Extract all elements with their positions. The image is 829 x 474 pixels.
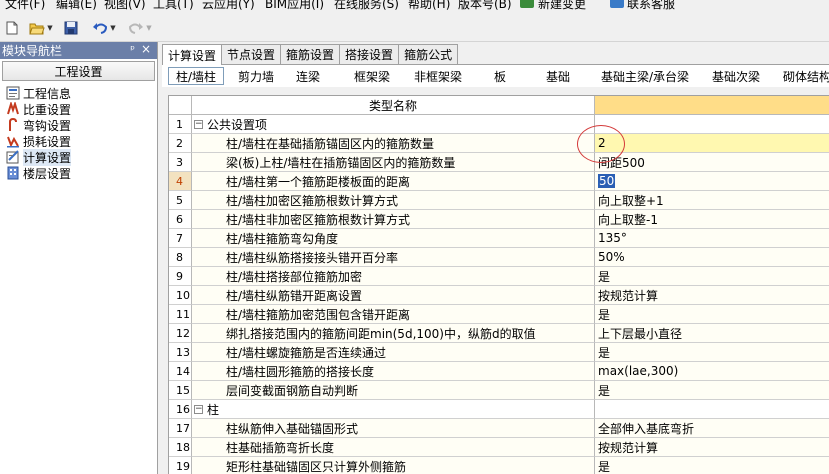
chevron-down-icon: ▼ (47, 24, 53, 32)
grid-header: 类型名称 (169, 96, 829, 115)
table-row[interactable]: 3 梁(板)上柱/墙柱在插筋锚固区内的箍筋数量 间距500 (169, 153, 829, 172)
subtab-coupling-beam[interactable]: 连梁 (286, 67, 330, 85)
table-row[interactable]: 15 层间变截面钢筋自动判断 是 (169, 381, 829, 400)
header-corner (169, 96, 192, 115)
nav-item-hook-settings[interactable]: 弯钩设置 (0, 117, 157, 133)
menu-file[interactable]: 文件(F) (5, 0, 45, 12)
menu-new-change[interactable]: 新建变更 (538, 0, 586, 12)
open-folder-icon (29, 23, 45, 34)
tab-calc-settings[interactable]: 计算设置 (162, 44, 223, 65)
subtab-slab[interactable]: 板 (487, 67, 513, 85)
subtab-foundation-main-beam[interactable]: 基础主梁/承台梁 (594, 67, 696, 85)
undo-button[interactable]: ▼ (88, 19, 120, 37)
table-row[interactable]: 2 柱/墙柱在基础插筋锚固区内的箍筋数量 2 (169, 134, 829, 153)
menu-tools[interactable]: 工具(T) (153, 0, 194, 12)
nav-header-title: 模块导航栏 (2, 44, 63, 58)
calc-icon (6, 150, 19, 164)
undo-icon (93, 23, 108, 34)
table-row[interactable]: 11 柱/墙柱箍筋加密范围包含错开距离 是 (169, 305, 829, 324)
loss-icon (7, 136, 19, 148)
table-row[interactable]: 5 柱/墙柱加密区箍筋根数计算方式 向上取整+1 (169, 191, 829, 210)
hook-icon (9, 118, 17, 131)
table-row[interactable]: 14 柱/墙柱圆形箍筋的搭接长度 max(lae,300) (169, 362, 829, 381)
chevron-down-icon: ▼ (146, 24, 152, 32)
menu-help[interactable]: 帮助(H) (408, 0, 450, 12)
close-icon[interactable]: × (141, 42, 151, 56)
table-row[interactable]: 13 柱/墙柱螺旋箍筋是否连续通过 是 (169, 343, 829, 362)
table-row[interactable]: 19 矩形柱基础锚固区只计算外侧箍筋 是 (169, 457, 829, 474)
tab-node-settings[interactable]: 节点设置 (221, 44, 282, 64)
nav-section-title[interactable]: 工程设置 (2, 61, 155, 81)
table-row[interactable]: 7 柱/墙柱箍筋弯勾角度 135° (169, 229, 829, 248)
table-row[interactable]: 12 绑扎搭接范围内的箍筋间距min(5d,100)中，纵筋d的取值 上下层最小… (169, 324, 829, 343)
module-nav-panel: 模块导航栏 ᵖ × 工程设置 工程信息 比重设置 弯钩设置 损耗设置 计算设置 … (0, 42, 158, 474)
table-row[interactable]: 1 − 公共设置项 (169, 115, 829, 134)
menu-version[interactable]: 版本号(B) (458, 0, 512, 12)
settings-grid: 类型名称 1 − 公共设置项 2 柱/墙柱在基础插筋锚固区内的箍筋数量 2 3 梁… (168, 95, 829, 474)
save-icon (64, 21, 78, 35)
redo-button[interactable]: ▼ (124, 19, 156, 37)
menu-online[interactable]: 在线服务(S) (334, 0, 399, 12)
menu-cloud[interactable]: 云应用(Y) (202, 0, 255, 12)
new-file-icon (6, 21, 18, 35)
value-cell-editing[interactable]: 2 (595, 134, 829, 153)
tab-stirrup-settings[interactable]: 箍筋设置 (280, 44, 341, 64)
floor-icon (7, 166, 19, 180)
component-subtabs: 柱/墙柱 剪力墙 连梁 框架梁 非框架梁 板 基础 基础主梁/承台梁 基础次梁 … (162, 64, 829, 87)
info-icon (6, 86, 20, 100)
subtab-masonry[interactable]: 砌体结构 (776, 67, 829, 85)
table-row[interactable]: 6 柱/墙柱非加密区箍筋根数计算方式 向上取整-1 (169, 210, 829, 229)
new-file-button[interactable] (4, 19, 20, 37)
support-icon (610, 0, 624, 8)
nav-list: 工程信息 比重设置 弯钩设置 损耗设置 计算设置 楼层设置 (0, 85, 157, 181)
settings-tabs: 计算设置 节点设置 箍筋设置 搭接设置 箍筋公式 (162, 44, 459, 65)
menu-bim[interactable]: BIM应用(I) (265, 0, 324, 12)
chevron-down-icon: ▼ (110, 24, 116, 32)
nav-item-floor-settings[interactable]: 楼层设置 (0, 165, 157, 181)
change-icon (520, 0, 534, 8)
header-type-name: 类型名称 (192, 96, 595, 115)
subtab-column[interactable]: 柱/墙柱 (168, 67, 224, 85)
pin-icon[interactable]: ᵖ (130, 43, 135, 56)
subtab-foundation[interactable]: 基础 (536, 67, 580, 85)
subtab-foundation-secondary-beam[interactable]: 基础次梁 (705, 67, 767, 85)
collapse-icon[interactable]: − (194, 119, 203, 129)
subtab-nonframe-beam[interactable]: 非框架梁 (407, 67, 469, 85)
collapse-icon[interactable]: − (194, 404, 203, 414)
table-row[interactable]: 18 柱基础插筋弯折长度 按规范计算 (169, 438, 829, 457)
selected-value[interactable]: 50 (598, 174, 616, 188)
nav-item-calc-settings[interactable]: 计算设置 (0, 148, 157, 166)
nav-item-loss-settings[interactable]: 损耗设置 (0, 133, 157, 149)
table-row[interactable]: 17 柱纵筋伸入基础锚固形式 全部伸入基底弯折 (169, 419, 829, 438)
subtab-shear-wall[interactable]: 剪力墙 (228, 67, 284, 85)
menu-edit[interactable]: 编辑(E) (56, 0, 97, 12)
toolbar: ▼ ▼ ▼ (0, 14, 829, 42)
table-row[interactable]: 9 柱/墙柱搭接部位箍筋加密 是 (169, 267, 829, 286)
table-row[interactable]: 10 柱/墙柱纵筋错开距离设置 按规范计算 (169, 286, 829, 305)
tab-lap-settings[interactable]: 搭接设置 (339, 44, 400, 64)
table-row[interactable]: 4 柱/墙柱第一个箍筋距楼板面的距离 50 (169, 172, 829, 191)
weight-icon (7, 102, 19, 115)
current-row-number: 4 (169, 172, 192, 191)
table-row[interactable]: 8 柱/墙柱纵筋搭接接头错开百分率 50% (169, 248, 829, 267)
menu-bar: 文件(F) 编辑(E) 视图(V) 工具(T) 云应用(Y) BIM应用(I) … (0, 0, 829, 14)
nav-item-project-info[interactable]: 工程信息 (0, 85, 157, 101)
subtab-frame-beam[interactable]: 框架梁 (346, 67, 398, 85)
redo-icon (129, 23, 144, 34)
menu-support[interactable]: 联系客服 (627, 0, 675, 12)
save-button[interactable] (62, 19, 80, 37)
header-value (595, 96, 829, 115)
open-button[interactable]: ▼ (26, 19, 56, 37)
nav-header: 模块导航栏 ᵖ × (0, 42, 157, 59)
main-panel: 计算设置 节点设置 箍筋设置 搭接设置 箍筋公式 柱/墙柱 剪力墙 连梁 框架梁… (162, 42, 829, 474)
menu-view[interactable]: 视图(V) (104, 0, 146, 12)
table-row[interactable]: 16 − 柱 (169, 400, 829, 419)
nav-item-weight-settings[interactable]: 比重设置 (0, 101, 157, 117)
tab-stirrup-formula[interactable]: 箍筋公式 (398, 44, 459, 64)
